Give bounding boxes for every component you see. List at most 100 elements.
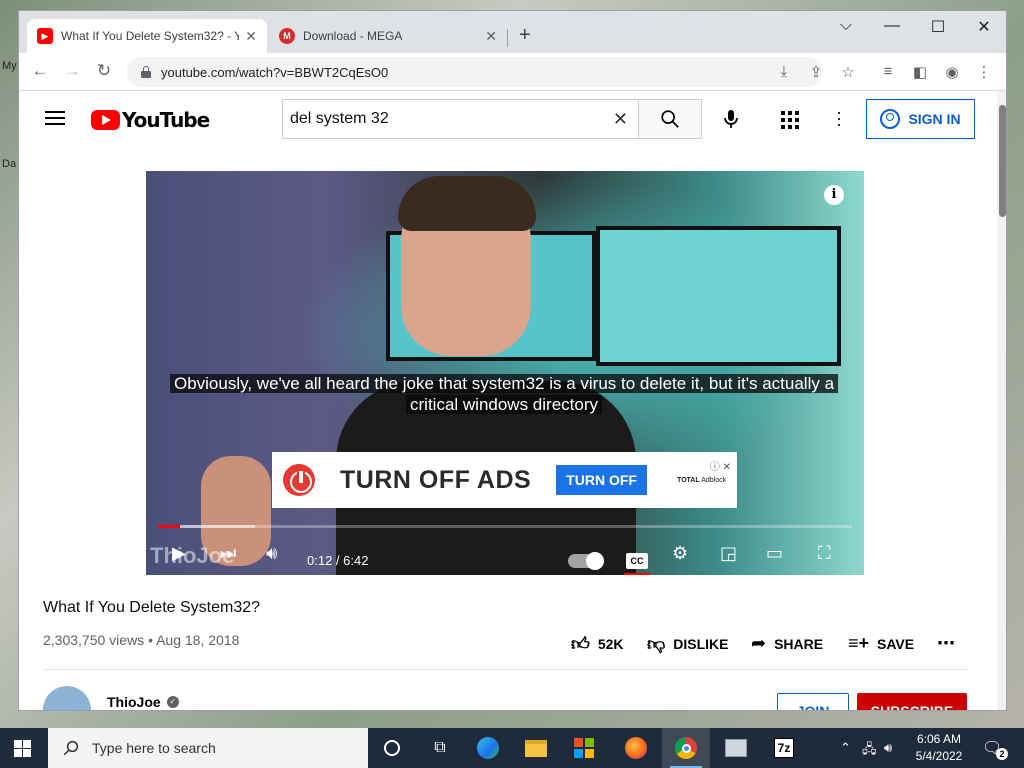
maximize-icon[interactable]: ☐ — [923, 17, 953, 37]
miniplayer-icon[interactable]: ◲ — [720, 543, 737, 564]
progress-bar[interactable] — [158, 525, 852, 528]
sign-in-label: SIGN IN — [908, 111, 961, 127]
next-video-icon[interactable]: ⏭ — [220, 543, 236, 564]
video-player[interactable]: i Obviously, we've all heard the joke th… — [146, 171, 864, 575]
edge-icon[interactable] — [464, 728, 512, 768]
bookmark-star-icon[interactable]: ☆ — [837, 63, 859, 81]
desktop-icon-label[interactable]: My — [2, 60, 17, 72]
share-button[interactable]: ➦ SHARE — [751, 633, 823, 654]
address-bar[interactable]: youtube.com/watch?v=BBWT2CqEsO0 — [127, 57, 823, 87]
volume-tray-icon[interactable]: 🔊︎ — [884, 740, 892, 756]
join-button[interactable]: JOIN — [777, 693, 849, 710]
taskbar-search-placeholder: Type here to search — [92, 740, 216, 756]
guide-menu-icon[interactable] — [45, 111, 65, 125]
video-person-hair — [398, 176, 536, 231]
tray-chevron-icon[interactable]: ⌃ — [840, 740, 851, 756]
apps-grid-icon[interactable] — [781, 111, 799, 129]
ad-brand: TOTAL Adblock — [677, 477, 726, 484]
settings-more-icon[interactable]: · · · — [835, 103, 843, 133]
taskbar-search[interactable]: Type here to search — [48, 728, 368, 768]
ad-turn-off-button[interactable]: TURN OFF — [556, 465, 647, 495]
cortana-icon[interactable] — [368, 728, 416, 768]
task-view-icon[interactable]: ⧉ — [416, 728, 464, 768]
scrollbar-thumb[interactable] — [999, 105, 1006, 217]
youtube-wordmark: YouTube — [122, 108, 210, 132]
microsoft-store-icon[interactable] — [560, 728, 608, 768]
settings-gear-icon[interactable]: ⚙ — [672, 543, 688, 564]
new-tab-button[interactable]: + — [519, 25, 531, 45]
clock-time: 6:06 AM — [916, 732, 962, 746]
tab-mega[interactable]: M Download - MEGA ✕ — [269, 19, 507, 53]
network-icon[interactable]: 🖧︎ — [862, 740, 877, 762]
play-icon[interactable]: ▶ — [172, 543, 186, 564]
chrome-icon[interactable] — [662, 728, 710, 768]
file-explorer-icon[interactable] — [512, 728, 560, 768]
video-title: What If You Delete System32? — [43, 599, 261, 616]
search-input[interactable]: del system 32 ✕ — [282, 99, 639, 139]
save-button[interactable]: ≡+ SAVE — [848, 633, 914, 654]
share-arrow-icon: ➦ — [751, 633, 767, 653]
taskbar: Type here to search ⧉ 7z ⌃ 🖧︎ 🔊︎ 6:06 AM… — [0, 728, 1024, 768]
fullscreen-icon[interactable]: ⛶ — [818, 543, 831, 564]
youtube-header: YouTube del system 32 ✕ · · · SIGN IN — [19, 91, 997, 147]
video-meta: 2,303,750 views • Aug 18, 2018 — [43, 632, 240, 648]
overlay-ad[interactable]: TURN OFF ADS TURN OFF TOTAL Adblock ⓘ ✕ — [272, 452, 737, 508]
dislike-label: DISLIKE — [673, 636, 729, 652]
voice-search-icon[interactable] — [719, 107, 743, 131]
browser-toolbar: ← → ↻ youtube.com/watch?v=BBWT2CqEsO0 ⤓ … — [19, 53, 1006, 91]
sign-in-button[interactable]: SIGN IN — [866, 99, 975, 139]
install-app-icon[interactable]: ⤓ — [773, 63, 795, 80]
tab-search-chevron-icon[interactable]: ⌵ — [831, 17, 861, 35]
tab-youtube[interactable]: ▶ What If You Delete System32? - Y ✕ — [27, 19, 267, 53]
theater-mode-icon[interactable]: ▭ — [766, 543, 783, 564]
subtitles-cc-button[interactable]: CC — [626, 553, 648, 569]
channel-name[interactable]: ThioJoe — [107, 694, 161, 710]
generic-app-icon[interactable] — [712, 728, 760, 768]
minimize-icon[interactable]: — — [877, 17, 907, 35]
close-tab-icon[interactable]: ✕ — [245, 28, 257, 45]
notification-icon[interactable]: 🗨︎ 2 — [982, 738, 1008, 760]
close-tab-icon[interactable]: ✕ — [485, 28, 497, 45]
info-icon[interactable]: i — [824, 185, 844, 205]
more-actions-icon[interactable]: ⋯ — [937, 633, 955, 654]
profile-icon[interactable]: ◉ — [941, 63, 963, 81]
video-caption: Obviously, we've all heard the joke that… — [159, 373, 849, 415]
desktop-icon-label[interactable]: Da — [2, 158, 16, 170]
system-clock[interactable]: 6:06 AM 5/4/2022 — [905, 731, 973, 765]
ad-brand-name: Adblock — [701, 476, 727, 484]
save-label: SAVE — [877, 635, 915, 652]
channel-avatar[interactable] — [43, 686, 91, 710]
channel-name-row[interactable]: ThioJoe ✓ — [107, 694, 179, 710]
verified-badge-icon: ✓ — [166, 696, 179, 708]
played-bar — [158, 525, 180, 528]
power-icon — [283, 464, 315, 496]
divider — [43, 669, 968, 670]
forward-icon[interactable]: → — [60, 61, 84, 81]
search-query: del system 32 — [290, 110, 389, 127]
close-window-icon[interactable]: ✕ — [969, 17, 999, 37]
cc-active-indicator — [624, 573, 650, 575]
7zip-icon[interactable]: 7z — [760, 728, 808, 768]
clear-search-icon[interactable]: ✕ — [613, 109, 628, 130]
search-icon — [661, 110, 679, 128]
url-text: youtube.com/watch?v=BBWT2CqEsO0 — [161, 64, 389, 80]
side-panel-icon[interactable]: ◧ — [909, 63, 931, 81]
youtube-play-logo-icon — [91, 110, 120, 130]
like-button[interactable]: 👍︎ 52K — [571, 633, 624, 655]
caption-text: Obviously, we've all heard the joke that… — [169, 374, 839, 414]
volume-icon[interactable]: 🔊︎ — [266, 543, 277, 564]
chrome-menu-icon[interactable]: ⋮ — [973, 63, 995, 81]
page-scrollbar[interactable] — [997, 91, 1006, 710]
youtube-logo[interactable]: YouTube — [91, 108, 210, 132]
back-icon[interactable]: ← — [28, 61, 52, 81]
reload-icon[interactable]: ↻ — [92, 61, 116, 81]
subscribe-button[interactable]: SUBSCRIBE — [857, 693, 967, 710]
share-page-icon[interactable]: ⇪ — [805, 63, 827, 81]
firefox-icon[interactable] — [612, 728, 660, 768]
media-control-icon[interactable]: ≡ — [877, 63, 899, 80]
search-button[interactable] — [638, 99, 702, 139]
dislike-button[interactable]: 👎︎ DISLIKE — [647, 633, 729, 655]
ad-close-icon[interactable]: ⓘ ✕ — [710, 458, 731, 473]
autoplay-toggle[interactable] — [568, 552, 604, 570]
windows-start-icon[interactable] — [14, 740, 31, 757]
